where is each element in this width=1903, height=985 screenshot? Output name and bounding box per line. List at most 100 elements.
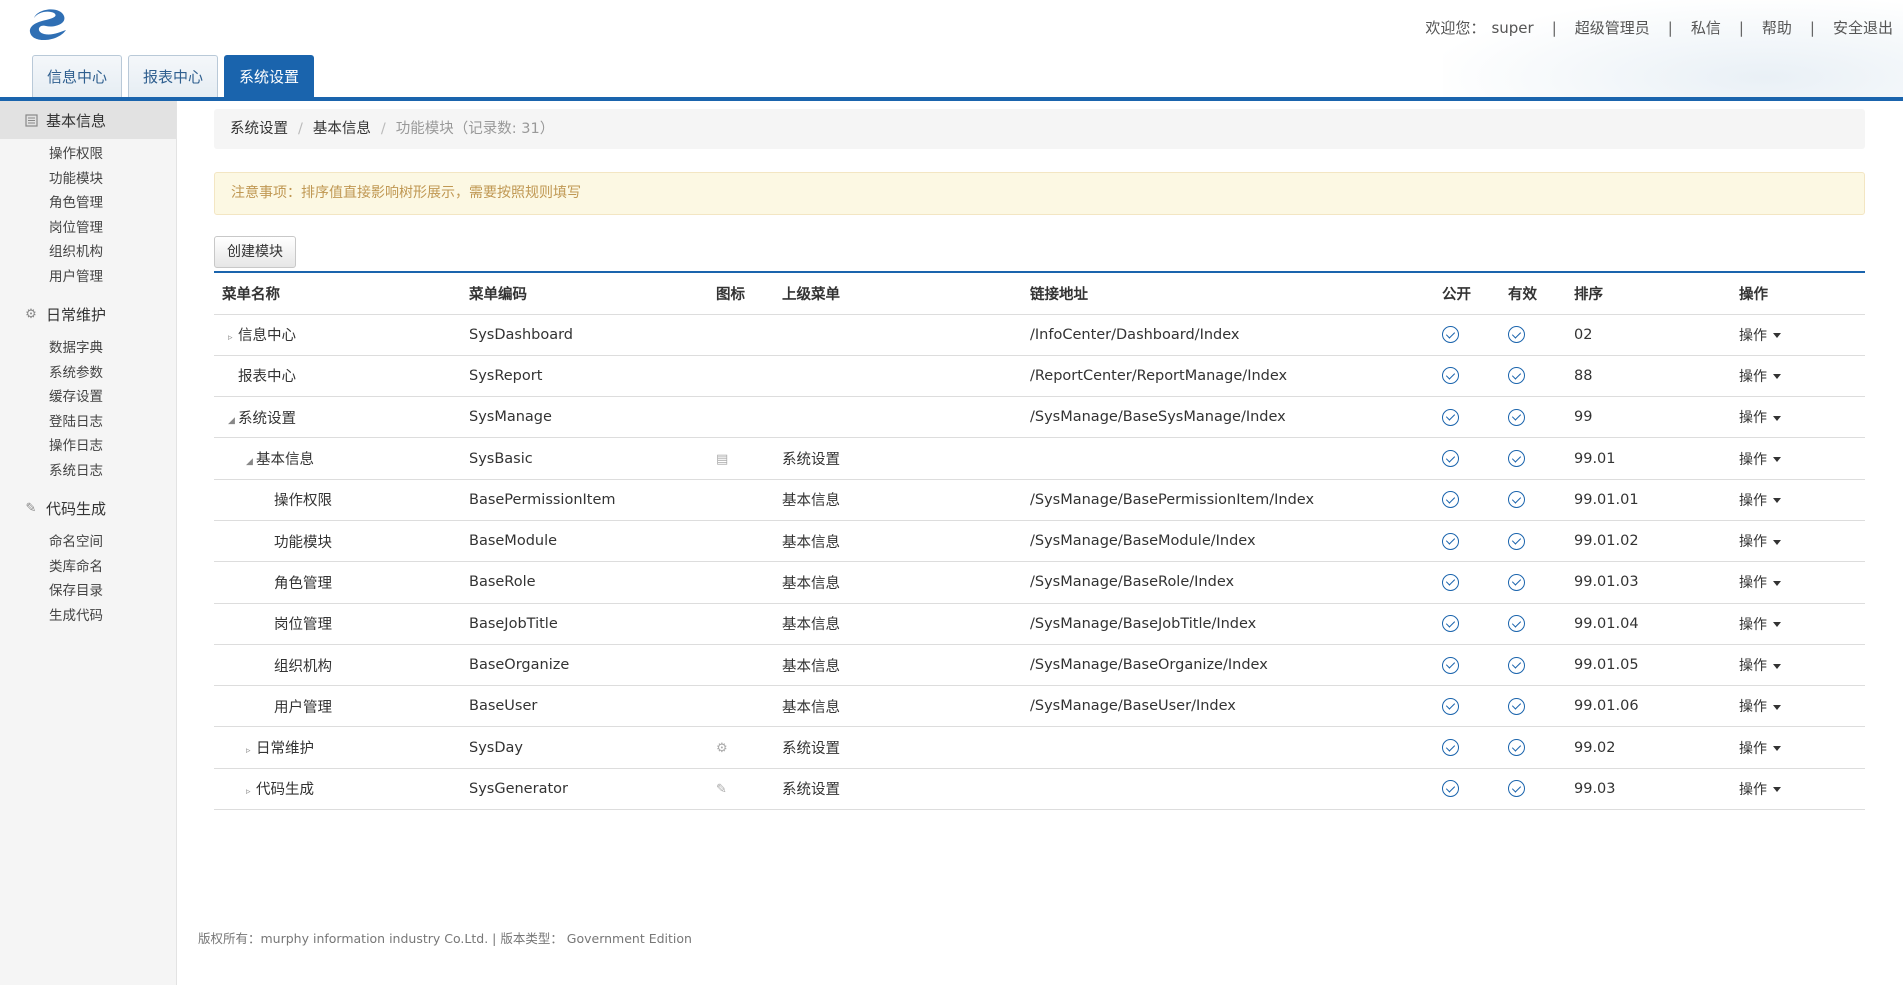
- menu-name: 信息中心: [238, 328, 296, 345]
- table-row[interactable]: 操作权限 BasePermissionItem 基本信息/SysManage/Bas…: [214, 479, 1865, 521]
- col-actions: 操作: [1731, 272, 1865, 315]
- table-row[interactable]: 角色管理 BaseRole 基本信息/SysManage/BaseRole/Inde…: [214, 561, 1865, 604]
- row-action-dropdown[interactable]: 操作: [1739, 328, 1781, 344]
- row-action-dropdown[interactable]: 操作: [1739, 699, 1781, 715]
- table-row[interactable]: 报表中心 SysReport/ReportCenter/ReportManage/…: [214, 355, 1865, 398]
- check-circle-icon: [1508, 450, 1525, 468]
- check-circle-icon: [1442, 450, 1459, 468]
- breadcrumb-current: 功能模块（记录数: 31）: [395, 121, 555, 137]
- create-module-button[interactable]: 创建模块: [214, 236, 296, 268]
- row-action-dropdown[interactable]: 操作: [1739, 369, 1781, 385]
- tree-toggle-icon[interactable]: ▹: [246, 746, 256, 756]
- help-link[interactable]: 帮助: [1762, 17, 1792, 38]
- cell-menu-code: BaseJobTitle: [461, 603, 708, 645]
- table-row[interactable]: 岗位管理 BaseJobTitle 基本信息/SysManage/BaseJobTi…: [214, 603, 1865, 645]
- sidebar-item-organization[interactable]: 组织机构: [0, 240, 176, 265]
- row-action-dropdown[interactable]: 操作: [1739, 658, 1781, 674]
- sidebar-item-generate-code[interactable]: 生成代码: [0, 604, 176, 629]
- sidebar-item-modules[interactable]: 功能模块: [0, 167, 176, 192]
- cell-actions: 操作: [1731, 437, 1865, 480]
- sidebar-item-permissions[interactable]: 操作权限: [0, 142, 176, 167]
- cell-parent-menu: 系统设置: [774, 726, 1022, 769]
- tree-toggle-icon[interactable]: ◢: [228, 416, 238, 426]
- cell-actions: 操作: [1731, 768, 1865, 811]
- sidebar: 基本信息 操作权限 功能模块 角色管理 岗位管理 组织机构 用户管理 ⚙ 日常维…: [0, 101, 177, 985]
- sidebar-item-library-name[interactable]: 类库命名: [0, 555, 176, 580]
- col-parent-menu: 上级菜单: [774, 272, 1022, 315]
- check-circle-icon: [1508, 780, 1525, 798]
- tree-toggle-icon[interactable]: ▹: [246, 787, 256, 797]
- cell-url: [1022, 437, 1434, 480]
- tab-report-center[interactable]: 报表中心: [128, 55, 219, 97]
- sidebar-item-positions[interactable]: 岗位管理: [0, 216, 176, 241]
- cell-menu-name: 操作权限: [214, 479, 461, 521]
- row-action-dropdown[interactable]: 操作: [1739, 493, 1781, 509]
- logout-link[interactable]: 安全退出: [1833, 17, 1893, 38]
- cell-url: /SysManage/BaseJobTitle/Index: [1022, 603, 1434, 645]
- row-action-dropdown[interactable]: 操作: [1739, 534, 1781, 550]
- sidebar-item-dictionary[interactable]: 数据字典: [0, 336, 176, 361]
- cell-menu-name: 岗位管理: [214, 603, 461, 645]
- table-row[interactable]: 组织机构 BaseOrganize 基本信息/SysManage/BaseOrgan…: [214, 644, 1865, 687]
- header: 欢迎您： super | 超级管理员 | 私信 | 帮助 | 安全退出 信息中心…: [0, 0, 1903, 100]
- row-action-dropdown[interactable]: 操作: [1739, 741, 1781, 757]
- sidebar-item-roles[interactable]: 角色管理: [0, 191, 176, 216]
- sidebar-item-cache[interactable]: 缓存设置: [0, 385, 176, 410]
- cell-parent-menu: 基本信息: [774, 520, 1022, 563]
- cell-valid: [1500, 437, 1566, 480]
- tree-toggle-icon[interactable]: ◢: [246, 457, 256, 467]
- table-row[interactable]: ▹ 信息中心 SysDashboard/InfoCenter/Dashboard/I…: [214, 314, 1865, 356]
- messages-link[interactable]: 私信: [1691, 17, 1721, 38]
- check-circle-icon: [1442, 573, 1459, 591]
- sidebar-group-basic-info[interactable]: 基本信息: [0, 101, 176, 139]
- tree-toggle-icon[interactable]: ▹: [228, 333, 238, 343]
- row-action-dropdown[interactable]: 操作: [1739, 782, 1781, 798]
- row-action-dropdown[interactable]: 操作: [1739, 410, 1781, 426]
- cell-url: /SysManage/BaseRole/Index: [1022, 561, 1434, 604]
- tab-system-settings[interactable]: 系统设置: [224, 55, 315, 97]
- cell-parent-menu: [774, 396, 1022, 439]
- cell-valid: [1500, 396, 1566, 439]
- table-row[interactable]: ▹ 日常维护 SysDay ⚙ 系统设置 99.02 操作: [214, 726, 1865, 769]
- menu-name: 用户管理: [274, 699, 332, 716]
- breadcrumb-level1[interactable]: 系统设置: [230, 121, 288, 137]
- cell-sort: 99: [1566, 396, 1731, 439]
- cell-icon: ✎: [708, 768, 774, 811]
- table-row[interactable]: 用户管理 BaseUser 基本信息/SysManage/BaseUser/Inde…: [214, 685, 1865, 728]
- sidebar-items: 命名空间 类库命名 保存目录 生成代码: [0, 527, 176, 634]
- caret-down-icon: [1773, 663, 1781, 669]
- col-public: 公开: [1434, 272, 1500, 315]
- cell-valid: [1500, 685, 1566, 728]
- caret-down-icon: [1773, 498, 1781, 504]
- sidebar-item-users[interactable]: 用户管理: [0, 265, 176, 290]
- check-circle-icon: [1442, 656, 1459, 674]
- cell-url: [1022, 726, 1434, 769]
- table-header-row: 菜单名称 菜单编码 图标 上级菜单 链接地址 公开 有效 排序 操作: [214, 272, 1865, 315]
- role-link[interactable]: 超级管理员: [1575, 17, 1650, 38]
- table-row[interactable]: ◢ 基本信息 SysBasic ▤ 系统设置 99.01 操作: [214, 437, 1865, 480]
- row-action-dropdown[interactable]: 操作: [1739, 575, 1781, 591]
- table-row[interactable]: ▹ 代码生成 SysGenerator ✎ 系统设置 99.03 操作: [214, 768, 1865, 811]
- sidebar-item-parameters[interactable]: 系统参数: [0, 361, 176, 386]
- row-action-dropdown[interactable]: 操作: [1739, 617, 1781, 633]
- action-label: 操作: [1739, 616, 1767, 633]
- cell-actions: 操作: [1731, 479, 1865, 521]
- table-row[interactable]: ◢ 系统设置 SysManage/SysManage/BaseSysManage/I…: [214, 396, 1865, 439]
- table-row[interactable]: 功能模块 BaseModule 基本信息/SysManage/BaseModule/…: [214, 520, 1865, 563]
- sidebar-item-save-dir[interactable]: 保存目录: [0, 579, 176, 604]
- main-tabs: 信息中心 报表中心 系统设置: [32, 55, 320, 97]
- sidebar-item-namespace[interactable]: 命名空间: [0, 530, 176, 555]
- breadcrumb-level2[interactable]: 基本信息: [313, 121, 371, 137]
- row-action-dropdown[interactable]: 操作: [1739, 452, 1781, 468]
- col-menu-name: 菜单名称: [214, 272, 461, 315]
- sidebar-item-operation-log[interactable]: 操作日志: [0, 434, 176, 459]
- sidebar-group-daily-maintenance[interactable]: ⚙ 日常维护: [0, 295, 176, 333]
- cell-icon: [708, 355, 774, 398]
- sidebar-item-login-log[interactable]: 登陆日志: [0, 410, 176, 435]
- sidebar-group-code-gen[interactable]: ✎ 代码生成: [0, 489, 176, 527]
- tab-info-center[interactable]: 信息中心: [32, 55, 123, 97]
- cell-menu-code: BaseUser: [461, 685, 708, 728]
- cell-icon: [708, 396, 774, 439]
- cell-public: [1434, 644, 1500, 687]
- sidebar-item-system-log[interactable]: 系统日志: [0, 459, 176, 484]
